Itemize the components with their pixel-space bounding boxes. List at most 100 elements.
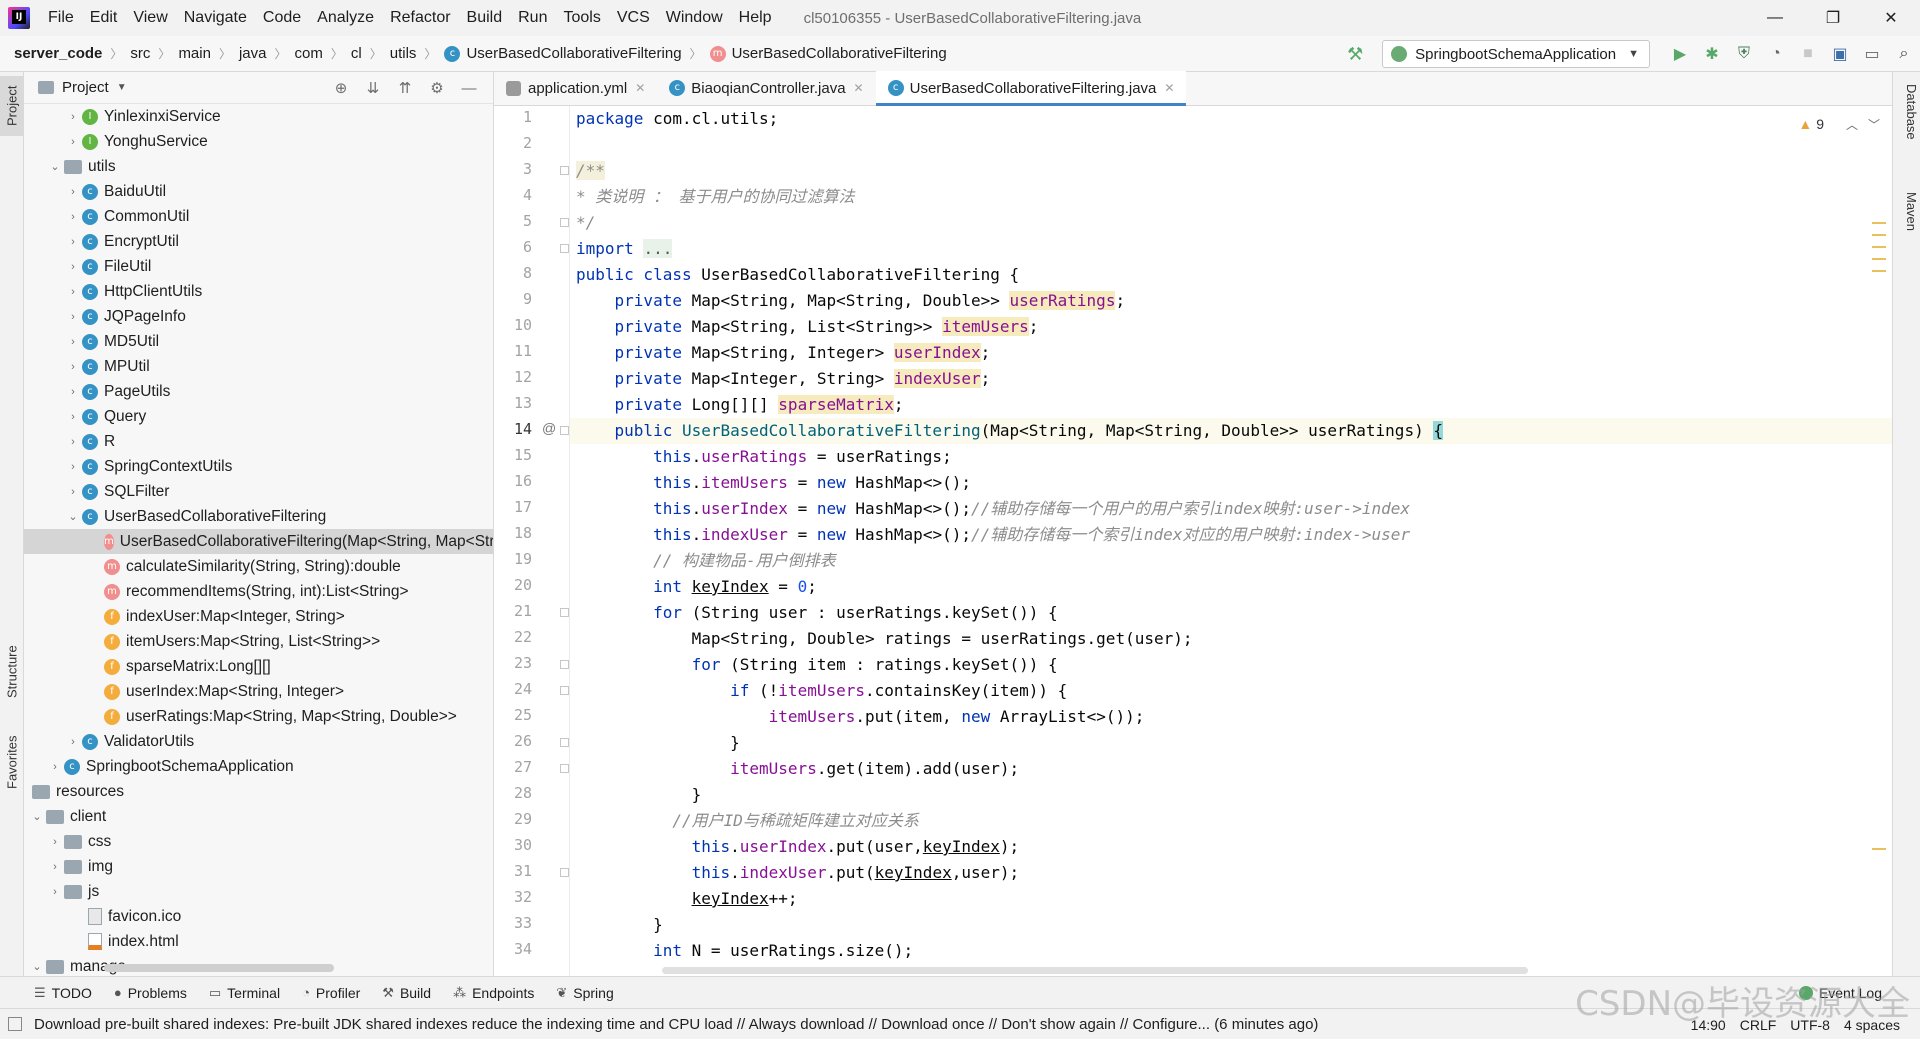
tree-item[interactable]: › I YinlexinxiService [24, 104, 493, 129]
tool-todo[interactable]: ☰ TODO [34, 985, 92, 1001]
chevron-right-icon[interactable]: › [64, 186, 82, 198]
breadcrumb-project[interactable]: server_code [14, 45, 102, 62]
tree-item[interactable]: f indexUser:Map<Integer, String> [24, 604, 493, 629]
tab-maven[interactable]: Maven [1895, 192, 1919, 272]
tool-endpoints[interactable]: ⁂ Endpoints [453, 985, 534, 1001]
chevron-down-icon[interactable]: ⌄ [28, 810, 46, 823]
tool-build[interactable]: ⚒ Build [382, 985, 431, 1001]
tree-item[interactable]: › I YonghuService [24, 129, 493, 154]
tab-application-yml[interactable]: application.yml ✕ [494, 71, 657, 105]
caret-position[interactable]: 14:90 [1691, 1017, 1726, 1033]
fold-marker-icon[interactable] [560, 218, 569, 227]
chevron-right-icon[interactable]: › [46, 761, 64, 773]
tree-item[interactable]: › c R [24, 429, 493, 454]
fold-marker-icon[interactable] [560, 426, 569, 435]
horizontal-scrollbar[interactable] [104, 964, 334, 972]
tool-profiler[interactable]: ◔ Profiler [302, 985, 360, 1001]
status-toggle-icon[interactable] [8, 1017, 22, 1031]
error-stripe-mark[interactable] [1872, 848, 1886, 850]
locate-icon[interactable]: ⊕ [325, 79, 357, 97]
tree-item[interactable]: › c SpringbootSchemaApplication [24, 754, 493, 779]
tree-item[interactable]: › c ValidatorUtils [24, 729, 493, 754]
inspection-nav-arrows[interactable]: ︿ ﹀ [1846, 116, 1880, 133]
tree-item[interactable]: › css [24, 829, 493, 854]
chevron-right-icon[interactable]: › [64, 336, 82, 348]
fold-marker-icon[interactable] [560, 686, 569, 695]
gear-icon[interactable]: ⚙ [421, 79, 453, 97]
tool-spring[interactable]: ❦ Spring [556, 985, 613, 1001]
fold-marker-icon[interactable] [560, 608, 569, 617]
fold-marker-icon[interactable] [560, 244, 569, 253]
chevron-right-icon[interactable]: › [64, 436, 82, 448]
tree-item[interactable]: › c HttpClientUtils [24, 279, 493, 304]
menu-refactor[interactable]: Refactor [382, 9, 458, 27]
tree-item[interactable]: › c CommonUtil [24, 204, 493, 229]
chevron-down-icon[interactable]: ⌄ [64, 510, 82, 523]
tool-terminal[interactable]: ▭ Terminal [209, 985, 280, 1001]
tree-item[interactable]: index.html [24, 929, 493, 954]
status-message[interactable]: Download pre-built shared indexes: Pre-b… [34, 1016, 1318, 1033]
menu-tools[interactable]: Tools [555, 9, 608, 27]
breadcrumb-com[interactable]: com [295, 45, 323, 62]
horizontal-scrollbar[interactable] [662, 967, 1528, 974]
hide-icon[interactable]: — [453, 80, 485, 97]
run-icon[interactable]: ▶ [1664, 36, 1696, 72]
close-icon[interactable]: ✕ [1164, 81, 1174, 95]
minimize-icon[interactable]: — [1746, 0, 1804, 36]
chevron-right-icon[interactable]: › [64, 461, 82, 473]
file-encoding[interactable]: UTF-8 [1790, 1017, 1830, 1033]
chevron-right-icon[interactable]: › [64, 286, 82, 298]
dropdown-arrow-icon[interactable]: ▼ [117, 82, 127, 93]
tree-item[interactable]: › c MD5Util [24, 329, 493, 354]
breadcrumb-method[interactable]: UserBasedCollaborativeFiltering [732, 45, 947, 62]
menu-vcs[interactable]: VCS [609, 9, 658, 27]
profile-icon[interactable]: ◔ [1760, 36, 1792, 72]
tree-item[interactable]: resources [24, 779, 493, 804]
chevron-right-icon[interactable]: › [64, 136, 82, 148]
tree-item[interactable]: › js [24, 879, 493, 904]
chevron-right-icon[interactable]: › [64, 411, 82, 423]
chevron-right-icon[interactable]: › [64, 361, 82, 373]
menu-edit[interactable]: Edit [82, 9, 126, 27]
tool-problems[interactable]: ● Problems [114, 985, 187, 1001]
chevron-right-icon[interactable]: › [46, 886, 64, 898]
tree-item[interactable]: f userIndex:Map<String, Integer> [24, 679, 493, 704]
chevron-right-icon[interactable]: › [64, 111, 82, 123]
fold-marker-icon[interactable] [560, 764, 569, 773]
inspection-widget[interactable]: ▲ 9 [1798, 116, 1824, 132]
fold-marker-icon[interactable] [560, 738, 569, 747]
menu-run[interactable]: Run [510, 9, 555, 27]
menu-file[interactable]: File [40, 9, 82, 27]
coverage-icon[interactable]: ⛨ [1728, 36, 1760, 72]
chevron-right-icon[interactable]: › [46, 836, 64, 848]
tree-item[interactable]: m recommendItems(String, int):List<String… [24, 579, 493, 604]
error-stripe-mark[interactable] [1872, 222, 1886, 224]
tree-item[interactable]: › c Query [24, 404, 493, 429]
tree-item[interactable]: m calculateSimilarity(String, String):dou… [24, 554, 493, 579]
event-log-button[interactable]: Event Log [1798, 977, 1882, 1009]
error-stripe-mark[interactable] [1872, 258, 1886, 260]
collapse-all-icon[interactable]: ⇈ [389, 79, 421, 97]
menu-view[interactable]: View [125, 9, 175, 27]
tab-database[interactable]: Database [1895, 84, 1919, 174]
chevron-right-icon[interactable]: › [46, 861, 64, 873]
menu-navigate[interactable]: Navigate [176, 9, 255, 27]
breadcrumb-src[interactable]: src [130, 45, 150, 62]
chevron-right-icon[interactable]: › [64, 261, 82, 273]
tree-item[interactable]: f userRatings:Map<String, Map<String, Dou… [24, 704, 493, 729]
terminal-layout-icon[interactable]: ▭ [1856, 36, 1888, 72]
chevron-right-icon[interactable]: › [64, 386, 82, 398]
tree-item-selected[interactable]: m UserBasedCollaborativeFiltering(Map<Str… [24, 529, 493, 554]
tab-favorites[interactable]: Favorites [0, 722, 24, 802]
search-icon[interactable]: ⌕ [1888, 36, 1920, 72]
close-icon[interactable]: ✕ [854, 81, 864, 95]
project-panel-title[interactable]: Project [62, 79, 109, 96]
chevron-right-icon[interactable]: › [64, 211, 82, 223]
tree-item[interactable]: ⌄ client [24, 804, 493, 829]
close-icon[interactable]: ✕ [1862, 0, 1920, 36]
tree-item[interactable]: f sparseMatrix:Long[][] [24, 654, 493, 679]
menu-window[interactable]: Window [658, 9, 731, 27]
override-at-icon[interactable]: @ [542, 420, 556, 436]
chevron-right-icon[interactable]: › [64, 236, 82, 248]
tree-item[interactable]: favicon.ico [24, 904, 493, 929]
